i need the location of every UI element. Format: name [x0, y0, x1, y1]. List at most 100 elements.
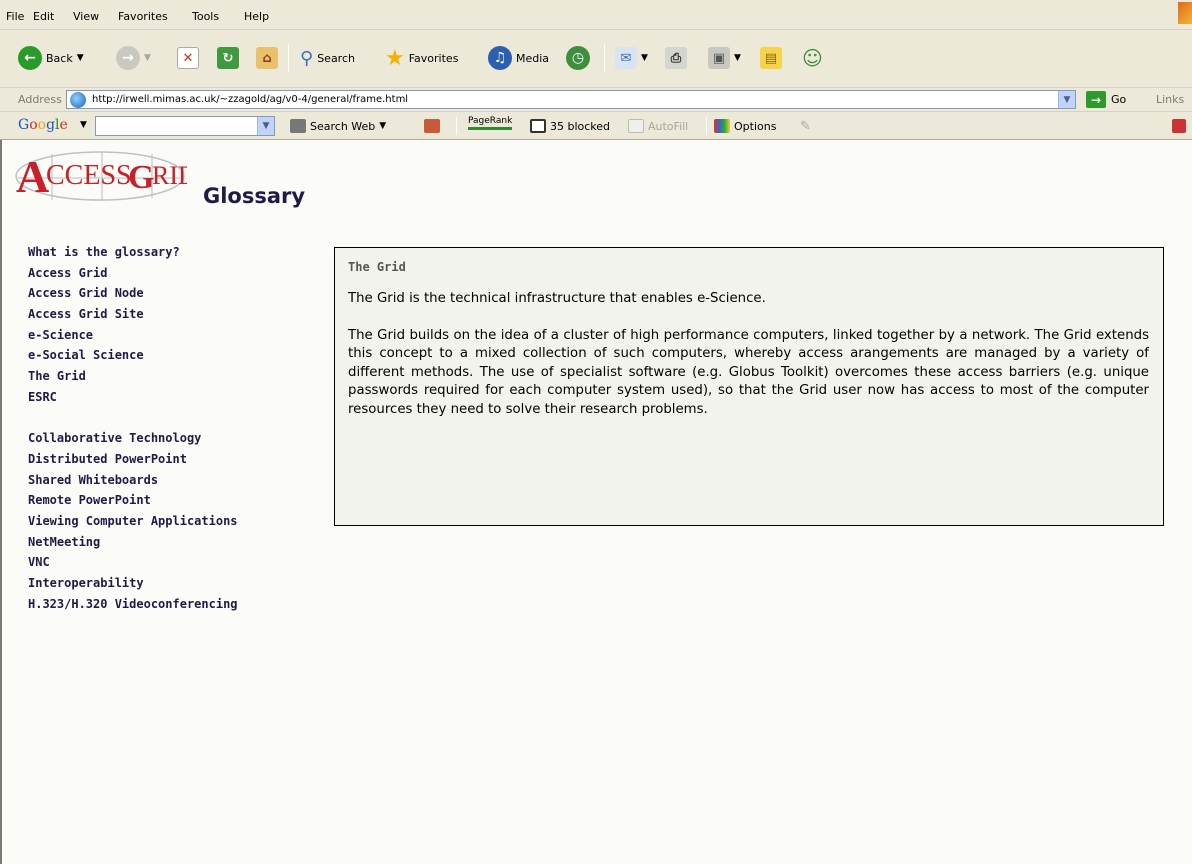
address-bar: Address http://irwell.mimas.ac.uk/~zzago…	[0, 88, 1192, 112]
highlight-button[interactable]: ✎	[800, 119, 811, 134]
stop-button[interactable]: ✕	[177, 42, 199, 74]
autofill-label: AutoFill	[648, 119, 689, 133]
google-search-dropdown-icon[interactable]: ▼	[257, 117, 274, 135]
nav-link-shared-whiteboards[interactable]: Shared Whiteboards	[28, 472, 238, 493]
discuss-button[interactable]: ▤	[760, 42, 782, 74]
nav-link-esrc[interactable]: ESRC	[28, 389, 238, 410]
refresh-button[interactable]: ↻	[217, 42, 239, 74]
options-button[interactable]: Options	[714, 119, 776, 133]
menu-bar: File Edit View Favorites Tools Help	[0, 0, 1192, 30]
stop-icon: ✕	[177, 47, 199, 69]
search-web-dropdown-icon[interactable]: ▼	[379, 121, 386, 131]
nav-link-remote-powerpoint[interactable]: Remote PowerPoint	[28, 492, 238, 513]
history-icon: ◷	[566, 46, 590, 70]
nav-link-e-science[interactable]: e-Science	[28, 327, 238, 348]
page-globe-icon	[70, 91, 86, 108]
menu-view[interactable]: View	[73, 10, 99, 23]
nav-link-access-grid[interactable]: Access Grid	[28, 265, 238, 286]
menu-edit[interactable]: Edit	[33, 10, 54, 23]
google-menu-dropdown-icon[interactable]: ▼	[80, 120, 87, 130]
google-search-input[interactable]: ▼	[95, 116, 275, 136]
back-button[interactable]: ← Back ▼	[18, 42, 84, 74]
links-button[interactable]: Links	[1156, 93, 1184, 106]
glossary-nav: What is the glossary? Access Grid Access…	[28, 244, 238, 616]
messenger-icon: ☺	[802, 46, 823, 70]
glossary-entry-panel: The Grid The Grid is the technical infra…	[334, 247, 1164, 526]
refresh-icon: ↻	[217, 47, 239, 69]
toolbar-separator	[456, 117, 457, 135]
news-button[interactable]	[424, 119, 444, 133]
extension-icon	[1172, 119, 1186, 133]
pencil-icon: ✎	[800, 119, 811, 134]
favorites-star-icon: ★	[385, 45, 405, 71]
edit-button[interactable]: ▣ ▼	[708, 42, 741, 74]
edit-dropdown-icon[interactable]: ▼	[734, 53, 741, 63]
nav-link-interoperability[interactable]: Interoperability	[28, 575, 238, 596]
toolbar-separator	[604, 44, 605, 72]
menu-help[interactable]: Help	[244, 10, 269, 23]
pagerank-indicator[interactable]: PageRank	[468, 116, 512, 130]
forward-arrow-icon: →	[116, 46, 140, 70]
forward-dropdown-icon[interactable]: ▼	[144, 53, 151, 63]
back-dropdown-icon[interactable]: ▼	[77, 53, 84, 63]
go-arrow-icon: →	[1086, 91, 1106, 108]
nav-link-viewing-computer-applications[interactable]: Viewing Computer Applications	[28, 513, 238, 534]
nav-link-e-social-science[interactable]: e-Social Science	[28, 347, 238, 368]
nav-link-distributed-powerpoint[interactable]: Distributed PowerPoint	[28, 451, 238, 472]
edit-icon: ▣	[708, 47, 730, 69]
print-button[interactable]: ⎙	[665, 42, 687, 74]
search-button[interactable]: ⚲ Search	[300, 42, 355, 74]
go-button[interactable]: → Go	[1086, 91, 1126, 108]
nav-link-access-grid-site[interactable]: Access Grid Site	[28, 306, 238, 327]
menu-tools[interactable]: Tools	[192, 10, 219, 23]
forward-button[interactable]: → ▼	[116, 42, 151, 74]
media-icon: ♫	[488, 46, 512, 70]
media-label: Media	[516, 51, 550, 65]
options-icon	[714, 119, 730, 133]
messenger-button[interactable]: ☺	[802, 42, 823, 74]
svg-text:RID: RID	[152, 161, 187, 190]
popup-blocker-icon	[530, 119, 546, 133]
favorites-button[interactable]: ★ Favorites	[385, 42, 458, 74]
media-button[interactable]: ♫ Media	[488, 42, 549, 74]
search-web-label: Search Web	[310, 119, 376, 133]
address-label: Address	[18, 93, 62, 106]
autofill-button[interactable]: AutoFill	[628, 119, 688, 133]
nav-link-vnc[interactable]: VNC	[28, 554, 238, 575]
mail-dropdown-icon[interactable]: ▼	[641, 53, 648, 63]
svg-text:G: G	[128, 159, 154, 196]
note-icon: ▤	[760, 47, 782, 69]
home-button[interactable]: ⌂	[256, 42, 278, 74]
mail-button[interactable]: ✉ ▼	[615, 42, 648, 74]
nav-link-videoconferencing[interactable]: H.323/H.320 Videoconferencing	[28, 596, 238, 617]
address-dropdown-icon[interactable]: ▼	[1058, 91, 1075, 108]
pagerank-label: PageRank	[468, 116, 512, 130]
extension-button[interactable]	[1172, 119, 1190, 133]
mail-icon: ✉	[615, 47, 637, 69]
svg-text:CCESS: CCESS	[46, 160, 132, 191]
nav-link-the-grid[interactable]: The Grid	[28, 368, 238, 389]
entry-title: The Grid	[348, 260, 406, 274]
history-button[interactable]: ◷	[566, 42, 590, 74]
favorites-label: Favorites	[408, 51, 459, 65]
search-icon: ⚲	[300, 47, 314, 69]
nav-link-collaborative-technology[interactable]: Collaborative Technology	[28, 430, 238, 451]
search-web-button[interactable]: Search Web ▼	[290, 119, 386, 133]
address-url[interactable]: http://irwell.mimas.ac.uk/~zzagold/ag/v0…	[92, 94, 408, 105]
svg-text:A: A	[16, 151, 49, 202]
windows-logo-icon	[1178, 2, 1192, 24]
standard-toolbar: ← Back ▼ → ▼ ✕ ↻ ⌂ ⚲ Search ★ Favorites …	[0, 30, 1192, 88]
nav-link-what-is-glossary[interactable]: What is the glossary?	[28, 244, 238, 265]
page-title: Glossary	[203, 184, 306, 208]
binoculars-icon	[290, 119, 306, 133]
menu-favorites[interactable]: Favorites	[118, 10, 168, 23]
nav-link-access-grid-node[interactable]: Access Grid Node	[28, 285, 238, 306]
google-logo[interactable]: Google	[18, 117, 68, 133]
access-grid-logo[interactable]: A CCESS G RID	[12, 148, 187, 203]
home-icon: ⌂	[256, 47, 278, 69]
popup-blocker-button[interactable]: 35 blocked	[530, 119, 610, 133]
news-icon	[424, 119, 440, 133]
nav-link-netmeeting[interactable]: NetMeeting	[28, 534, 238, 555]
menu-file[interactable]: File	[6, 10, 24, 23]
address-input[interactable]: http://irwell.mimas.ac.uk/~zzagold/ag/v0…	[66, 90, 1076, 109]
